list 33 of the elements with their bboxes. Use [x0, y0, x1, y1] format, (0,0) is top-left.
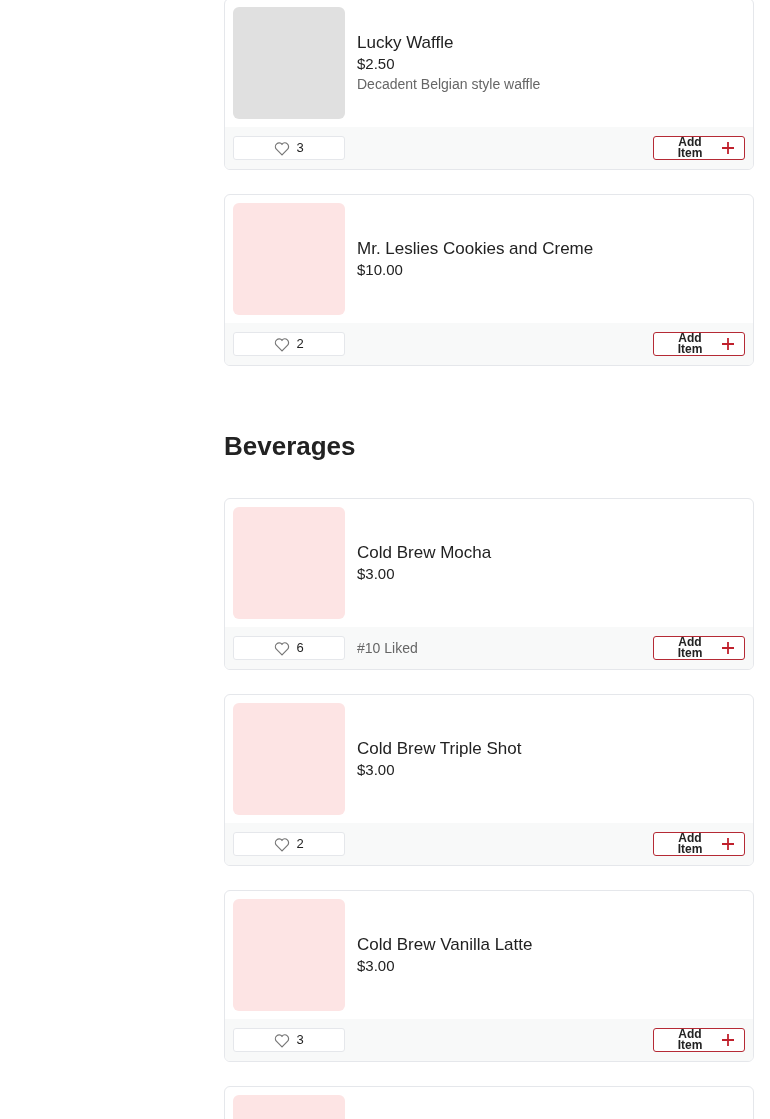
- heart-icon: [274, 1032, 291, 1048]
- item-price: $3.00: [357, 956, 396, 976]
- plus-icon: [722, 142, 734, 154]
- rank-label: #10 Liked: [357, 638, 418, 658]
- plus-icon: [722, 642, 734, 654]
- item-name: Cold Brew Mocha: [357, 542, 492, 564]
- heart-icon: [274, 140, 291, 156]
- add-item-button[interactable]: Add Item: [653, 832, 745, 856]
- section-heading: Beverages: [224, 430, 357, 462]
- heart-icon: [274, 640, 291, 656]
- item-price: $3.00: [357, 564, 396, 584]
- add-item-button[interactable]: Add Item: [653, 136, 745, 160]
- like-button[interactable]: 3: [233, 136, 345, 160]
- plus-icon: [722, 1034, 734, 1046]
- item-price: $10.00: [357, 260, 404, 280]
- item-name: Mr. Leslies Cookies and Creme: [357, 238, 594, 260]
- like-button[interactable]: 2: [233, 332, 345, 356]
- like-button[interactable]: 3: [233, 1028, 345, 1052]
- add-item-button[interactable]: Add Item: [653, 636, 745, 660]
- item-description: Decadent Belgian style waffle: [357, 75, 541, 94]
- add-item-button[interactable]: Add Item: [653, 1028, 745, 1052]
- like-button[interactable]: 2: [233, 832, 345, 856]
- like-button[interactable]: 6: [233, 636, 345, 660]
- item-name: Cold Brew Triple Shot: [357, 738, 522, 760]
- heart-icon: [274, 836, 291, 852]
- item-price: $2.50: [357, 54, 396, 74]
- item-name: Lucky Waffle: [357, 32, 455, 54]
- heart-icon: [274, 336, 291, 352]
- item-price: $3.00: [357, 760, 396, 780]
- plus-icon: [722, 838, 734, 850]
- add-item-button[interactable]: Add Item: [653, 332, 745, 356]
- item-name: Cold Brew Vanilla Latte: [357, 934, 533, 956]
- plus-icon: [722, 338, 734, 350]
